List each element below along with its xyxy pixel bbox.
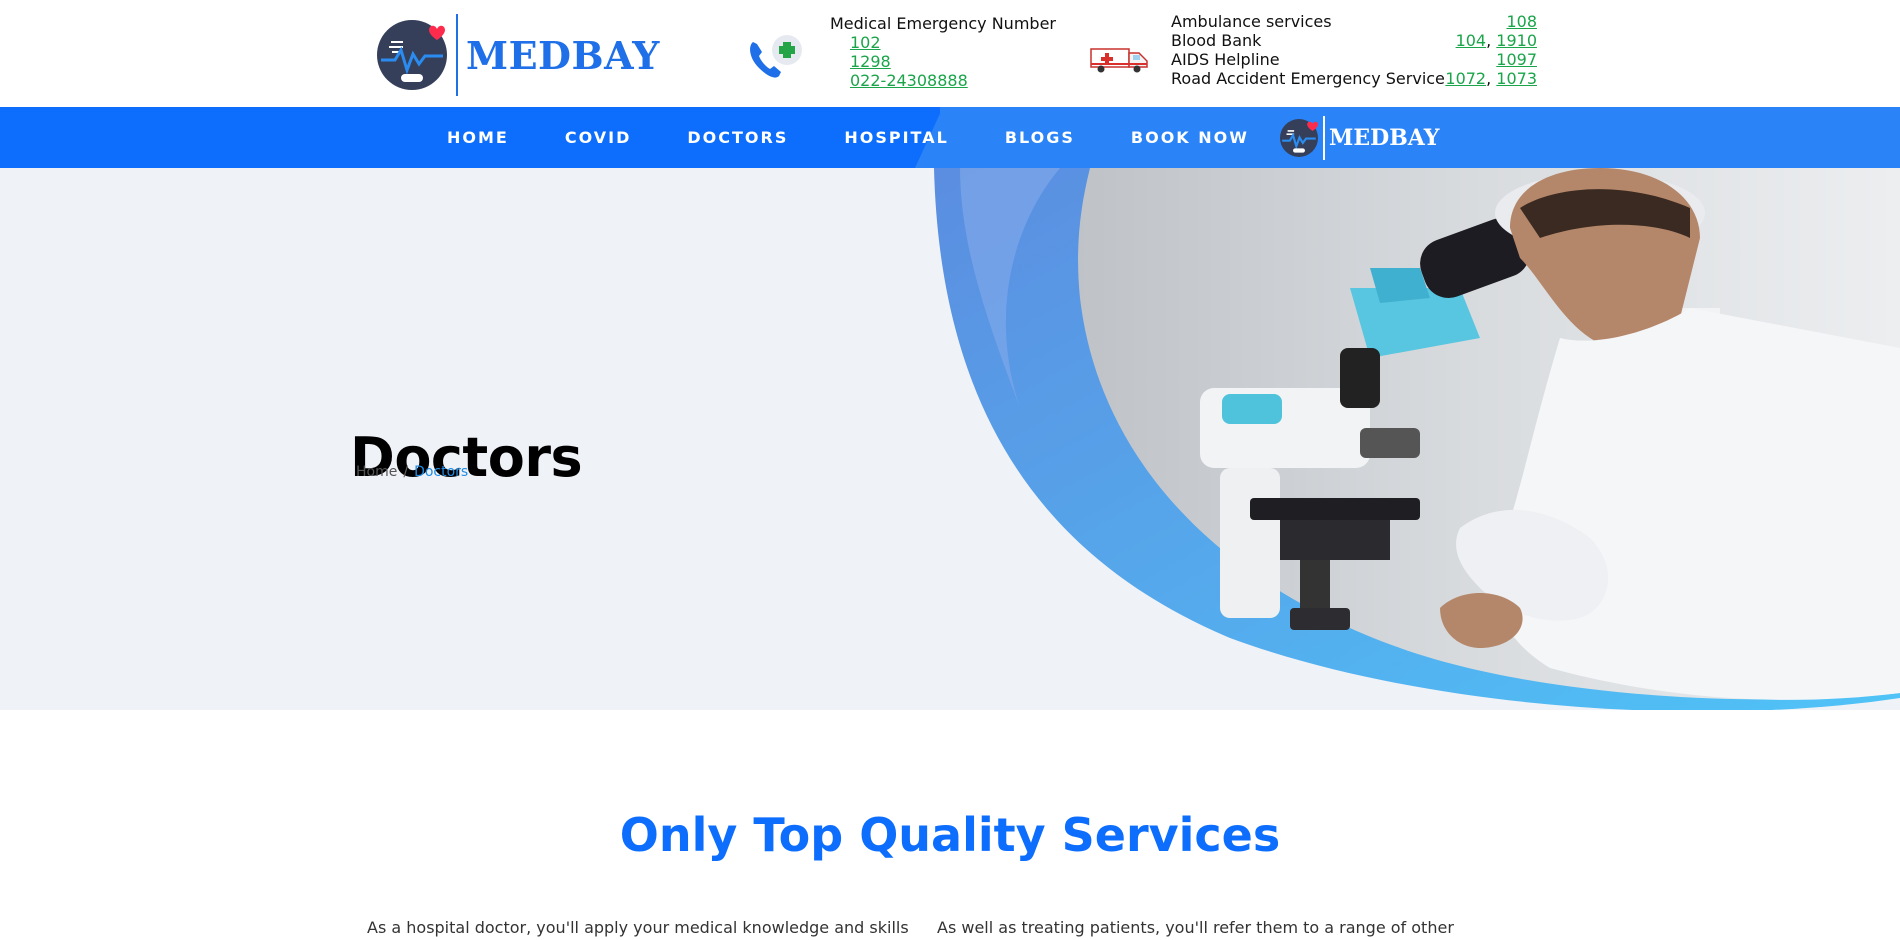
section-title: Only Top Quality Services — [619, 808, 1281, 862]
breadcrumb-separator: / — [403, 464, 409, 480]
logo-text: MEDBAY — [466, 32, 660, 78]
main-nav: HOME COVID DOCTORS HOSPITAL BLOGS BOOK N… — [0, 107, 1900, 168]
service-label: Road Accident Emergency Service — [1171, 69, 1445, 88]
nav-item-blogs[interactable]: BLOGS — [1005, 128, 1075, 147]
nav-item-doctors[interactable]: DOCTORS — [687, 128, 788, 147]
service-number-link[interactable]: 104 — [1456, 31, 1487, 50]
service-number-link[interactable]: 108 — [1506, 12, 1537, 31]
emergency-numbers: 102 1298 022-24308888 — [850, 33, 968, 90]
emergency-number-link[interactable]: 022-24308888 — [850, 71, 968, 90]
service-row: Ambulance services 108 — [1171, 12, 1537, 31]
nav-item-book-now[interactable]: BOOK NOW — [1131, 128, 1249, 147]
ambulance-icon — [1090, 48, 1148, 73]
emergency-number-link[interactable]: 1298 — [850, 52, 891, 71]
nav-item-covid[interactable]: COVID — [565, 128, 632, 147]
nav-logo-text: MEDBAY — [1329, 125, 1440, 151]
page-hero: Doctors Home / Doctors — [0, 168, 1900, 710]
nav-item-hospital[interactable]: HOSPITAL — [844, 128, 948, 147]
service-label: Ambulance services — [1171, 12, 1332, 31]
intro-text-right: As well as treating patients, you'll ref… — [937, 918, 1454, 937]
nav-menu: HOME COVID DOCTORS HOSPITAL BLOGS BOOK N… — [447, 107, 1305, 168]
service-row: AIDS Helpline 1097 — [1171, 50, 1537, 69]
heart-monitor-icon — [1280, 119, 1318, 157]
nav-logo[interactable]: MEDBAY — [1280, 115, 1439, 161]
phone-plus-icon — [750, 35, 802, 78]
top-header: MEDBAY Medical Emergency Number 102 1298… — [0, 0, 1900, 107]
logo-divider — [1323, 116, 1325, 160]
intro-text-left: As a hospital doctor, you'll apply your … — [367, 918, 909, 937]
service-number-link[interactable]: 1072 — [1445, 69, 1486, 88]
service-number-link[interactable]: 1910 — [1496, 31, 1537, 50]
service-row: Blood Bank 104, 1910 — [1171, 31, 1537, 50]
service-number-link[interactable]: 1073 — [1496, 69, 1537, 88]
service-label: AIDS Helpline — [1171, 50, 1280, 69]
service-row: Road Accident Emergency Service 1072, 10… — [1171, 69, 1537, 88]
helpline-services: Ambulance services 108 Blood Bank 104, 1… — [1171, 12, 1537, 88]
emergency-title: Medical Emergency Number — [830, 14, 1056, 33]
nav-item-home[interactable]: HOME — [447, 128, 509, 147]
emergency-number-link[interactable]: 102 — [850, 33, 881, 52]
site-logo[interactable]: MEDBAY — [377, 14, 660, 96]
service-label: Blood Bank — [1171, 31, 1262, 50]
breadcrumb: Home / Doctors — [356, 464, 468, 480]
heart-monitor-icon — [377, 20, 447, 90]
breadcrumb-current: Doctors — [414, 464, 469, 480]
logo-divider — [456, 14, 458, 96]
breadcrumb-home-link[interactable]: Home — [356, 464, 397, 480]
service-number-link[interactable]: 1097 — [1496, 50, 1537, 69]
doctor-microscope-image — [934, 168, 1900, 710]
